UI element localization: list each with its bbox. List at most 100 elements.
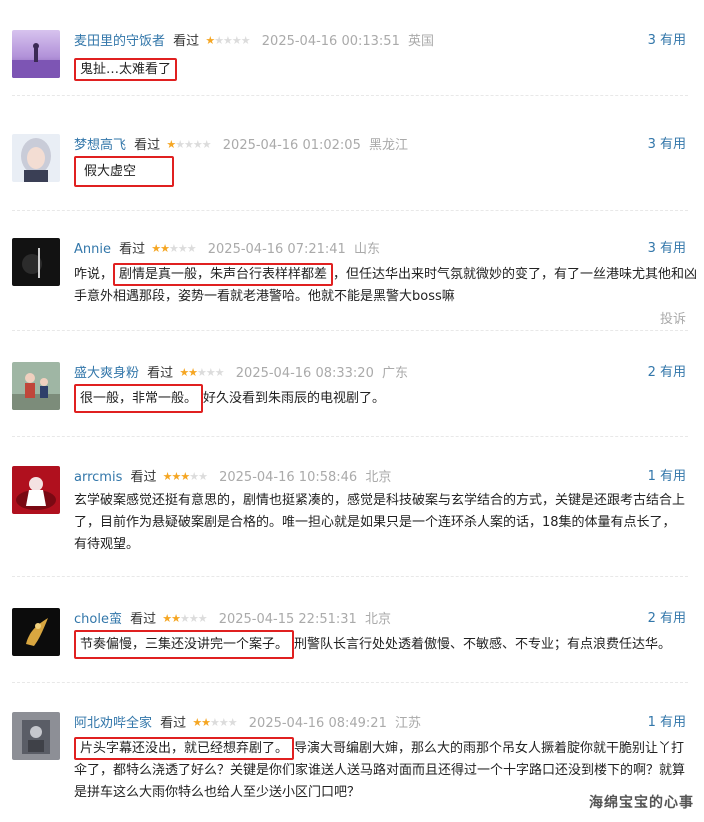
avatar[interactable]: [12, 712, 60, 760]
divider: [12, 330, 688, 331]
avatar[interactable]: [12, 466, 60, 514]
star-off-icon: ★★★: [197, 366, 225, 379]
review-meta: chole蛮 看过 ★★★★★ 2025-04-15 22:51:31 北京: [74, 608, 391, 630]
rating-stars: ★★★★★: [179, 362, 225, 384]
review-location: 北京: [364, 612, 391, 627]
watched-status: 看过: [119, 242, 146, 257]
avatar[interactable]: [12, 608, 60, 656]
divider: [12, 210, 688, 211]
review-meta: 梦想高飞 看过 ★★★★★ 2025-04-16 01:02:05 黑龙江: [74, 134, 408, 156]
useful-vote-button[interactable]: 3 有用: [648, 134, 686, 156]
review-location: 英国: [408, 34, 435, 49]
highlighted-text: 片头字幕还没出，就已经想弃剧了。: [74, 737, 295, 760]
review-text: 好久没看到朱雨辰的电视剧了。: [203, 391, 386, 406]
review-location: 广东: [382, 366, 409, 381]
watched-status: 看过: [147, 366, 174, 381]
review-location: 山东: [353, 242, 380, 257]
review-content-line: 手意外相遇那段，姿势一看就老港警哈。他就不能是黑警大boss嘛: [74, 289, 455, 304]
watched-status: 看过: [130, 612, 157, 627]
highlighted-text: 很一般，非常一般。: [74, 384, 204, 413]
review-time: 2025-04-16 00:13:51: [261, 34, 400, 49]
divider: [12, 576, 688, 577]
review-time: 2025-04-16 08:33:20: [235, 366, 374, 381]
review-time: 2025-04-16 07:21:41: [207, 242, 346, 257]
review-content-line: 有待观望。: [74, 537, 140, 552]
star-on-icon: ★: [205, 34, 215, 47]
review-text: 咋说，: [74, 267, 114, 282]
review-content: 咋说， 剧情是真一般，朱声台行表样样都差 ，但任达华出来时气氛就微妙的变了，有了一丝…: [74, 263, 697, 286]
star-off-icon: ★★★★: [214, 34, 250, 47]
review-time: 2025-04-16 08:49:21: [248, 716, 387, 731]
highlighted-text: 假大虚空: [74, 156, 175, 187]
useful-vote-button[interactable]: 3 有用: [648, 30, 686, 52]
star-off-icon: ★★★: [210, 716, 238, 729]
star-off-icon: ★★: [189, 470, 208, 483]
review-meta: 麦田里的守饭者 看过 ★★★★★ 2025-04-16 00:13:51 英国: [74, 30, 434, 52]
watched-status: 看过: [130, 470, 157, 485]
star-on-icon: ★★: [162, 612, 181, 625]
useful-vote-button[interactable]: 3 有用: [648, 238, 686, 260]
username-link[interactable]: arrcmis: [74, 470, 122, 485]
username-link[interactable]: 梦想高飞: [74, 138, 126, 153]
watched-status: 看过: [134, 138, 161, 153]
star-on-icon: ★★: [151, 242, 170, 255]
review-content: 鬼扯…太难看了: [74, 58, 690, 81]
divider: [12, 436, 688, 437]
rating-stars: ★★★★★: [162, 608, 208, 630]
username-link[interactable]: 盛大爽身粉: [74, 366, 139, 381]
review-text: ，但任达华出来时气氛就微妙的变了，有了一丝港味尤其他和凶: [333, 267, 698, 282]
review-content-line: 伞了，都特么浇透了好么？关键是你们家谁送人送马路对面而且还得过一个十字路口还没到…: [74, 763, 686, 778]
report-link[interactable]: 投诉: [660, 308, 686, 327]
review-meta: arrcmis 看过 ★★★★★ 2025-04-16 10:58:46 北京: [74, 466, 391, 488]
divider: [12, 95, 688, 96]
watched-status: 看过: [160, 716, 187, 731]
username-link[interactable]: chole蛮: [74, 612, 122, 627]
review-meta: Annie 看过 ★★★★★ 2025-04-16 07:21:41 山东: [74, 238, 380, 260]
review-meta: 阿北劝哔全家 看过 ★★★★★ 2025-04-16 08:49:21 江苏: [74, 712, 421, 734]
review-location: 江苏: [395, 716, 422, 731]
highlighted-text: 节奏偏慢，三集还没讲完一个案子。: [74, 630, 295, 659]
review-location: 北京: [365, 470, 392, 485]
star-off-icon: ★★★: [179, 612, 208, 625]
username-link[interactable]: 麦田里的守饭者: [74, 34, 165, 49]
star-on-icon: ★★: [179, 366, 198, 379]
useful-vote-button[interactable]: 2 有用: [648, 608, 686, 630]
highlighted-text: 鬼扯…太难看了: [74, 58, 178, 81]
star-on-icon: ★★: [192, 716, 211, 729]
rating-stars: ★★★★★: [162, 466, 208, 488]
review-time: 2025-04-16 10:58:46: [219, 470, 358, 485]
star-on-icon: ★★★: [162, 470, 191, 483]
username-link[interactable]: Annie: [74, 242, 111, 257]
review-content: 很一般，非常一般。 好久没看到朱雨辰的电视剧了。: [74, 384, 690, 413]
rating-stars: ★★★★★: [166, 134, 211, 156]
rating-stars: ★★★★★: [151, 238, 197, 260]
review-text: 刑警队长言行处处透着傲慢、不敏感、不专业；有点浪费任达华。: [294, 637, 672, 652]
review-content: 片头字幕还没出，就已经想弃剧了。 导演大哥编剧大婶，那么大的雨那个吊女人撅着腚你就…: [74, 737, 690, 760]
highlighted-text: 剧情是真一般，朱声台行表样样都差: [113, 263, 334, 286]
review-location: 黑龙江: [369, 138, 409, 153]
review-content: 节奏偏慢，三集还没讲完一个案子。 刑警队长言行处处透着傲慢、不敏感、不专业；有点浪…: [74, 630, 690, 659]
review-time: 2025-04-15 22:51:31: [218, 612, 357, 627]
watermark-text: 海绵宝宝的心事: [589, 795, 694, 811]
avatar[interactable]: [12, 362, 60, 410]
useful-vote-button[interactable]: 2 有用: [648, 362, 686, 384]
review-content-line: 玄学破案感觉还挺有意思的，剧情也挺紧凑的，感觉是科技破案与玄学结合的方式，关键是…: [74, 493, 686, 508]
useful-vote-button[interactable]: 1 有用: [648, 466, 686, 488]
avatar[interactable]: [12, 238, 60, 286]
star-off-icon: ★★★★: [175, 138, 211, 151]
review-text: 导演大哥编剧大婶，那么大的雨那个吊女人撅着腚你就干脆别让丫打: [294, 741, 685, 756]
star-on-icon: ★: [166, 138, 176, 151]
rating-stars: ★★★★★: [205, 30, 250, 52]
review-list: 麦田里的守饭者 看过 ★★★★★ 2025-04-16 00:13:51 英国 …: [0, 0, 704, 822]
watched-status: 看过: [173, 34, 200, 49]
review-meta: 盛大爽身粉 看过 ★★★★★ 2025-04-16 08:33:20 广东: [74, 362, 408, 384]
rating-stars: ★★★★★: [192, 712, 238, 734]
divider: [12, 682, 688, 683]
star-off-icon: ★★★: [169, 242, 197, 255]
useful-vote-button[interactable]: 1 有用: [648, 712, 686, 734]
avatar[interactable]: [12, 134, 60, 182]
avatar[interactable]: [12, 30, 60, 78]
review-content: 假大虚空: [74, 156, 690, 187]
review-content-line: 了，目前作为悬疑破案剧是合格的。唯一担心就是如果只是一个连环杀人案的话，18集的…: [74, 515, 676, 530]
username-link[interactable]: 阿北劝哔全家: [74, 716, 152, 731]
